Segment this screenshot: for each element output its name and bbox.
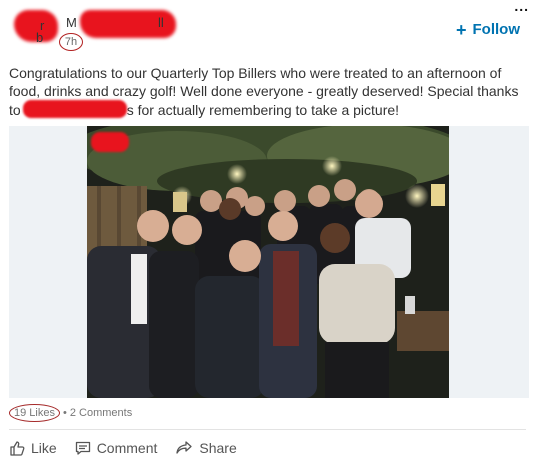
author-name-fragment: M — [66, 15, 77, 30]
action-divider — [9, 429, 526, 430]
likes-count[interactable]: 19 Likes — [9, 404, 60, 422]
comment-button[interactable]: Comment — [75, 440, 158, 456]
post-stats: 19 Likes • 2 Comments — [9, 404, 132, 422]
share-label: Share — [199, 440, 237, 456]
group-photo-illustration — [87, 126, 449, 398]
post-header: r b M ll 7h — [8, 8, 528, 54]
redacted-mention — [22, 100, 127, 118]
like-label: Like — [31, 440, 57, 456]
redacted-photo-tag — [91, 132, 129, 152]
post-body: Congratulations to our Quarterly Top Bil… — [9, 64, 527, 119]
post-actions: Like Comment Share — [9, 440, 237, 456]
post-image-frame[interactable] — [9, 126, 529, 398]
post-text-part2: s for actually remembering to take a pic… — [126, 102, 400, 118]
follow-button[interactable]: + Follow — [455, 19, 521, 40]
thumbs-up-icon — [10, 441, 25, 456]
stats-separator: • — [62, 407, 67, 419]
follow-label: Follow — [472, 21, 521, 38]
comments-count[interactable]: 2 Comments — [70, 407, 132, 419]
group-photo[interactable] — [87, 126, 449, 398]
author-name-fragment: b — [36, 30, 44, 45]
plus-icon: + — [455, 19, 467, 40]
share-icon — [176, 441, 193, 454]
like-button[interactable]: Like — [9, 440, 57, 456]
author-name-fragment: ll — [158, 15, 164, 30]
share-button[interactable]: Share — [175, 440, 237, 456]
comment-label: Comment — [96, 440, 158, 456]
post-timestamp: 7h — [59, 33, 83, 51]
comment-icon — [75, 441, 90, 455]
